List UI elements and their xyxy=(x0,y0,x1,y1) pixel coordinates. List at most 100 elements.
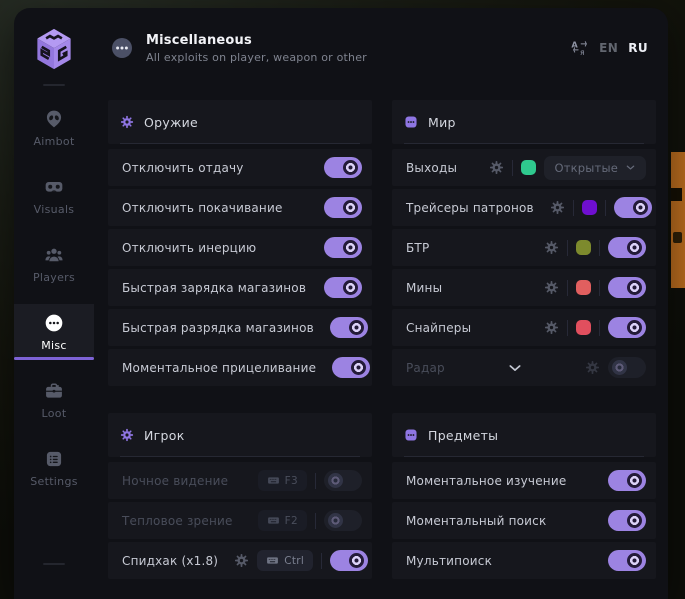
section-header-items: Предметы xyxy=(392,413,656,457)
toggle-row: Отключить отдачу xyxy=(108,149,372,186)
divider xyxy=(573,200,574,216)
toggle-thermal-vision[interactable] xyxy=(324,510,362,531)
gear-icon[interactable] xyxy=(585,360,600,375)
language-option-en[interactable]: EN xyxy=(599,41,618,55)
chevron-down-icon[interactable] xyxy=(507,360,523,376)
sidebar-item-label: Aimbot xyxy=(33,135,74,148)
row-label: Тепловое зрение xyxy=(122,514,233,528)
gear-icon[interactable] xyxy=(544,280,559,295)
color-swatch[interactable] xyxy=(582,200,597,215)
divider xyxy=(315,473,316,489)
sidebar-item-label: Misc xyxy=(41,339,67,352)
language-option-ru[interactable]: RU xyxy=(628,41,648,55)
color-swatch[interactable] xyxy=(576,320,591,335)
keyboard-icon xyxy=(267,514,280,527)
hotkey-badge[interactable]: F3 xyxy=(258,470,307,491)
color-swatch[interactable] xyxy=(576,240,591,255)
toggle-snipers[interactable] xyxy=(608,317,646,338)
divider xyxy=(599,240,600,256)
page-title: Miscellaneous xyxy=(146,33,367,48)
translate-icon[interactable]: Aя xyxy=(571,39,589,57)
sidebar-item-misc[interactable]: Misc xyxy=(14,304,94,360)
toggle-speedhack[interactable] xyxy=(330,550,368,571)
row-label: Выходы xyxy=(406,161,457,175)
toggle-row: Быстрая зарядка магазинов xyxy=(108,269,372,306)
divider xyxy=(567,280,568,296)
toggle-disable-inertia[interactable] xyxy=(324,237,362,258)
toggle-row: Спидхак (x1.8) Ctrl xyxy=(108,542,372,579)
gear-icon[interactable] xyxy=(544,240,559,255)
row-label: Отключить отдачу xyxy=(122,161,244,175)
sidebar-divider-bottom xyxy=(43,563,65,565)
section-header-world: Мир xyxy=(392,100,656,144)
color-swatch[interactable] xyxy=(521,160,536,175)
gear-icon[interactable] xyxy=(489,160,504,175)
desktop-background: Aimbot Visuals Players Misc Loot xyxy=(0,0,685,599)
hotkey-label: Ctrl xyxy=(284,555,304,567)
game-background-element xyxy=(671,152,685,288)
sidebar-item-visuals[interactable]: Visuals xyxy=(14,168,94,224)
briefcase-icon xyxy=(44,381,64,401)
gear-icon[interactable] xyxy=(234,553,249,568)
gear-icon[interactable] xyxy=(544,320,559,335)
color-swatch[interactable] xyxy=(576,280,591,295)
toggle-row: Трейсеры патронов xyxy=(392,189,656,226)
toggle-row: Быстрая разрядка магазинов xyxy=(108,309,372,346)
section-player: Игрок Ночное видение F3 xyxy=(108,413,372,582)
toggle-bullet-tracers[interactable] xyxy=(614,197,652,218)
toggle-fast-magazine-load[interactable] xyxy=(324,277,362,298)
sidebar-item-label: Visuals xyxy=(34,203,75,216)
sidebar-item-aimbot[interactable]: Aimbot xyxy=(14,100,94,156)
divider xyxy=(315,513,316,529)
hotkey-badge[interactable]: Ctrl xyxy=(257,550,313,571)
toggle-disable-recoil[interactable] xyxy=(324,157,362,178)
toggle-btr[interactable] xyxy=(608,237,646,258)
toggle-row: Отключить инерцию xyxy=(108,229,372,266)
toggle-instant-aim[interactable] xyxy=(332,357,370,378)
toggle-fast-magazine-unload[interactable] xyxy=(330,317,368,338)
row-label: Трейсеры патронов xyxy=(406,201,534,215)
page-subtitle: All exploits on player, weapon or other xyxy=(146,51,367,64)
ellipsis-circle-icon xyxy=(110,36,134,60)
exits-dropdown[interactable]: Открытые xyxy=(544,156,646,180)
row-label: Быстрая разрядка магазинов xyxy=(122,321,314,335)
chat-square-icon xyxy=(404,428,418,442)
section-header-weapon: Оружие xyxy=(108,100,372,144)
sidebar-item-loot[interactable]: Loot xyxy=(14,372,94,428)
row-label: Отключить инерцию xyxy=(122,241,256,255)
alien-icon xyxy=(44,109,64,129)
sidebar-item-players[interactable]: Players xyxy=(14,236,94,292)
sidebar-divider-top xyxy=(43,84,65,86)
sidebar-item-settings[interactable]: Settings xyxy=(14,440,94,496)
toggle-night-vision[interactable] xyxy=(324,470,362,491)
hotkey-badge[interactable]: F2 xyxy=(258,510,307,531)
toggle-instant-research[interactable] xyxy=(608,470,646,491)
toggle-row: Радар xyxy=(392,349,656,386)
toggle-disable-sway[interactable] xyxy=(324,197,362,218)
row-label: Радар xyxy=(406,361,445,375)
app-window: Aimbot Visuals Players Misc Loot xyxy=(14,8,668,599)
row-label: Быстрая зарядка магазинов xyxy=(122,281,306,295)
toggle-row: Ночное видение F3 xyxy=(108,462,372,499)
toggle-radar[interactable] xyxy=(608,357,646,378)
toggle-row: Выходы Открытые xyxy=(392,149,656,186)
row-label: Мины xyxy=(406,281,442,295)
list-icon xyxy=(44,449,64,469)
gear-icon xyxy=(120,428,134,442)
row-label: Моментальное прицеливание xyxy=(122,361,316,375)
toggle-mines[interactable] xyxy=(608,277,646,298)
dropdown-value: Открытые xyxy=(554,161,618,175)
page-header: Miscellaneous All exploits on player, we… xyxy=(94,8,668,88)
row-label: Отключить покачивание xyxy=(122,201,283,215)
sidebar: Aimbot Visuals Players Misc Loot xyxy=(14,8,94,599)
toggle-multisearch[interactable] xyxy=(608,550,646,571)
toggle-instant-search[interactable] xyxy=(608,510,646,531)
toggle-row: Отключить покачивание xyxy=(108,189,372,226)
sidebar-item-label: Loot xyxy=(42,407,67,420)
divider xyxy=(599,280,600,296)
gear-icon[interactable] xyxy=(550,200,565,215)
sidebar-item-label: Players xyxy=(33,271,75,284)
section-items: Предметы Моментальное изучение Моменталь… xyxy=(392,413,656,582)
content-area: Оружие Отключить отдачу Отключить покачи… xyxy=(94,88,668,599)
right-column: Мир Выходы Открытые xyxy=(392,100,656,599)
